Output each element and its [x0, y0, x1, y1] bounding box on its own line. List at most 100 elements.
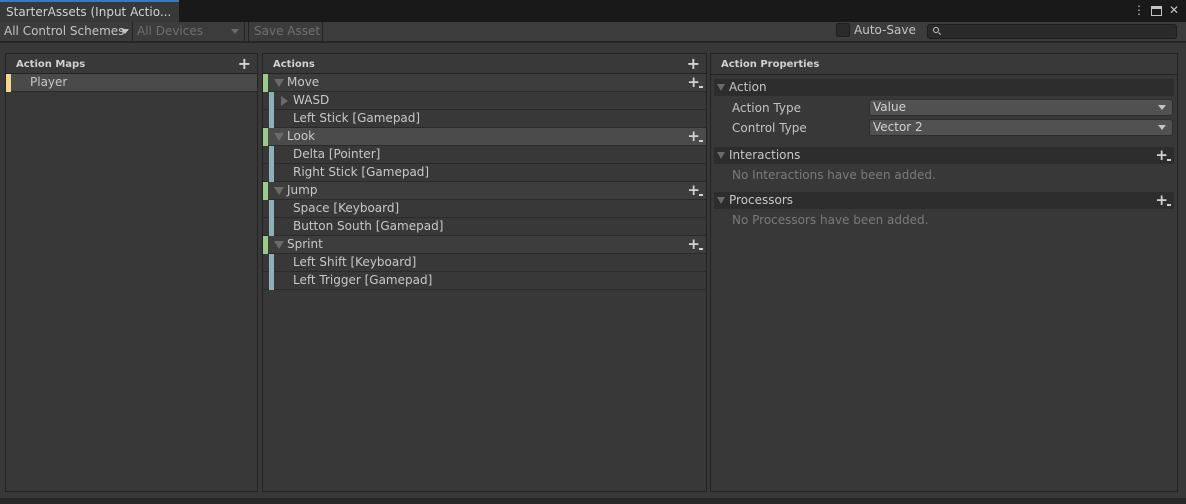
- collapse-arrow-icon[interactable]: [281, 96, 288, 106]
- window-tab[interactable]: StarterAssets (Input Actio...: [0, 0, 179, 22]
- binding-label: Delta [Pointer]: [293, 147, 381, 161]
- devices-dropdown[interactable]: All Devices: [133, 22, 245, 42]
- chevron-down-icon: [1158, 105, 1166, 110]
- control-type-value: Vector 2: [873, 120, 923, 134]
- control-type-field: Control Type Vector 2: [732, 118, 1177, 138]
- action-type-dropdown[interactable]: Value: [869, 99, 1173, 116]
- binding-row[interactable]: Right Stick [Gamepad]: [263, 164, 706, 182]
- close-icon[interactable]: ✕: [1168, 3, 1180, 17]
- control-scheme-dropdown[interactable]: All Control Schemes: [0, 22, 133, 42]
- expand-arrow-icon[interactable]: [274, 187, 284, 195]
- binding-color-bar: [269, 254, 274, 272]
- title-bar: StarterAssets (Input Actio... ⋮ ✕: [0, 0, 1186, 22]
- action-map-item[interactable]: Player: [6, 74, 257, 92]
- action-type-value: Value: [873, 100, 906, 114]
- action-type-label: Action Type: [732, 101, 801, 115]
- action-row-look[interactable]: Look +: [263, 128, 706, 146]
- binding-color-bar: [269, 92, 274, 110]
- expand-arrow-icon: [717, 84, 725, 91]
- action-label: Sprint: [287, 237, 323, 251]
- action-row-sprint[interactable]: Sprint +: [263, 236, 706, 254]
- binding-label: WASD: [293, 93, 330, 107]
- action-section-title: Action: [729, 80, 767, 94]
- binding-color-bar: [269, 200, 274, 218]
- expand-arrow-icon[interactable]: [274, 79, 284, 87]
- binding-row[interactable]: Left Stick [Gamepad]: [263, 110, 706, 128]
- binding-row[interactable]: Space [Keyboard]: [263, 200, 706, 218]
- binding-label: Button South [Gamepad]: [293, 219, 444, 233]
- action-map-color-bar: [6, 74, 11, 92]
- action-color-bar: [263, 236, 268, 254]
- editor-content: Action Maps + Player Actions + Move + WA…: [0, 43, 1186, 498]
- action-properties-header: Action Properties: [711, 54, 1177, 75]
- actions-header: Actions +: [263, 53, 706, 74]
- action-color-bar: [263, 74, 268, 92]
- chevron-down-icon: [231, 29, 239, 34]
- action-maps-title: Action Maps: [16, 59, 86, 70]
- action-maps-panel: Action Maps + Player: [5, 53, 258, 492]
- search-input[interactable]: [927, 24, 1177, 39]
- expand-arrow-icon[interactable]: [274, 133, 284, 141]
- action-color-bar: [263, 128, 268, 146]
- interactions-section-title: Interactions: [729, 148, 801, 162]
- bottom-border: [0, 498, 1186, 504]
- add-interaction-button[interactable]: +: [1155, 147, 1171, 164]
- processors-section-header[interactable]: Processors +: [714, 192, 1174, 209]
- add-action-button[interactable]: +: [687, 54, 700, 73]
- binding-label: Left Trigger [Gamepad]: [293, 273, 433, 287]
- add-binding-button[interactable]: +: [687, 74, 703, 90]
- control-type-dropdown[interactable]: Vector 2: [869, 119, 1173, 136]
- maximize-icon[interactable]: [1151, 5, 1162, 16]
- expand-arrow-icon: [717, 197, 725, 204]
- action-row-jump[interactable]: Jump +: [263, 182, 706, 200]
- action-properties-title: Action Properties: [721, 59, 820, 70]
- binding-label: Right Stick [Gamepad]: [293, 165, 430, 179]
- interactions-section-header[interactable]: Interactions +: [714, 147, 1174, 164]
- binding-row[interactable]: Left Shift [Keyboard]: [263, 254, 706, 272]
- binding-color-bar: [269, 110, 274, 128]
- expand-arrow-icon: [717, 152, 725, 159]
- auto-save-toggle[interactable]: Auto-Save: [836, 23, 916, 37]
- binding-color-bar: [269, 164, 274, 182]
- search-icon: [933, 27, 939, 33]
- more-options-icon[interactable]: ⋮: [1133, 3, 1145, 17]
- action-row-move[interactable]: Move +: [263, 74, 706, 92]
- add-binding-button[interactable]: +: [687, 182, 703, 198]
- binding-row[interactable]: WASD: [263, 92, 706, 110]
- action-section-header[interactable]: Action: [714, 79, 1174, 96]
- binding-row[interactable]: Delta [Pointer]: [263, 146, 706, 164]
- chevron-down-icon: [121, 29, 129, 34]
- add-binding-button[interactable]: +: [687, 128, 703, 144]
- action-maps-header: Action Maps +: [6, 53, 257, 74]
- processors-section-title: Processors: [729, 193, 794, 207]
- processors-empty-message: No Processors have been added.: [732, 213, 929, 227]
- save-asset-button[interactable]: Save Asset: [248, 22, 323, 42]
- window-controls: ⋮ ✕: [1133, 3, 1180, 17]
- binding-row[interactable]: Left Trigger [Gamepad]: [263, 272, 706, 290]
- binding-color-bar: [269, 272, 274, 290]
- binding-row[interactable]: Button South [Gamepad]: [263, 218, 706, 236]
- auto-save-label: Auto-Save: [854, 23, 916, 37]
- control-scheme-label: All Control Schemes: [4, 24, 125, 38]
- action-properties-panel: Action Properties Action Action Type Val…: [710, 53, 1178, 492]
- binding-label: Left Shift [Keyboard]: [293, 255, 417, 269]
- action-label: Jump: [287, 183, 318, 197]
- binding-color-bar: [269, 218, 274, 236]
- add-processor-button[interactable]: +: [1155, 192, 1171, 209]
- binding-color-bar: [269, 146, 274, 164]
- add-binding-button[interactable]: +: [687, 236, 703, 252]
- actions-panel: Actions + Move + WASD Left Stick [Gamepa…: [262, 53, 707, 492]
- expand-arrow-icon[interactable]: [274, 241, 284, 249]
- chevron-down-icon: [1158, 125, 1166, 130]
- binding-label: Space [Keyboard]: [293, 201, 400, 215]
- action-map-label: Player: [30, 75, 68, 89]
- devices-label: All Devices: [137, 24, 203, 38]
- control-type-label: Control Type: [732, 121, 807, 135]
- add-action-map-button[interactable]: +: [238, 54, 251, 73]
- actions-title: Actions: [273, 59, 315, 70]
- auto-save-checkbox[interactable]: [836, 23, 850, 37]
- action-type-field: Action Type Value: [732, 98, 1177, 118]
- action-label: Look: [287, 129, 316, 143]
- binding-label: Left Stick [Gamepad]: [293, 111, 421, 125]
- action-color-bar: [263, 182, 268, 200]
